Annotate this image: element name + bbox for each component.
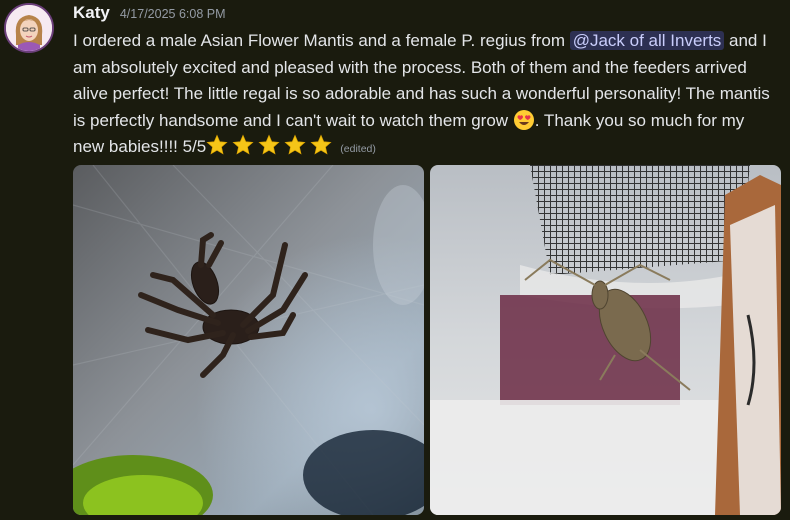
username[interactable]: Katy <box>73 3 110 23</box>
message-content: I ordered a male Asian Flower Mantis and… <box>73 28 778 163</box>
user-avatar[interactable] <box>4 3 54 53</box>
mantis-image <box>430 165 781 515</box>
mantis-photo-attachment[interactable] <box>430 165 781 515</box>
chat-message: Katy 4/17/2025 6:08 PM I ordered a male … <box>0 0 790 520</box>
star-emoji-icon <box>206 134 228 156</box>
timestamp[interactable]: 4/17/2025 6:08 PM <box>120 7 226 21</box>
star-emoji-icon <box>232 134 254 156</box>
avatar-illustration-icon <box>6 5 52 51</box>
star-emoji-icon <box>310 134 332 156</box>
star-rating <box>206 134 336 156</box>
heart-eyes-emoji-icon <box>513 109 535 131</box>
user-mention[interactable]: @Jack of all Inverts <box>569 31 725 50</box>
edited-label: (edited) <box>340 143 376 155</box>
message-text-1: I ordered a male Asian Flower Mantis and… <box>73 31 570 50</box>
star-emoji-icon <box>284 134 306 156</box>
spider-image <box>73 165 424 515</box>
spider-photo-attachment[interactable] <box>73 165 424 515</box>
message-header: Katy 4/17/2025 6:08 PM <box>73 3 226 27</box>
star-emoji-icon <box>258 134 280 156</box>
